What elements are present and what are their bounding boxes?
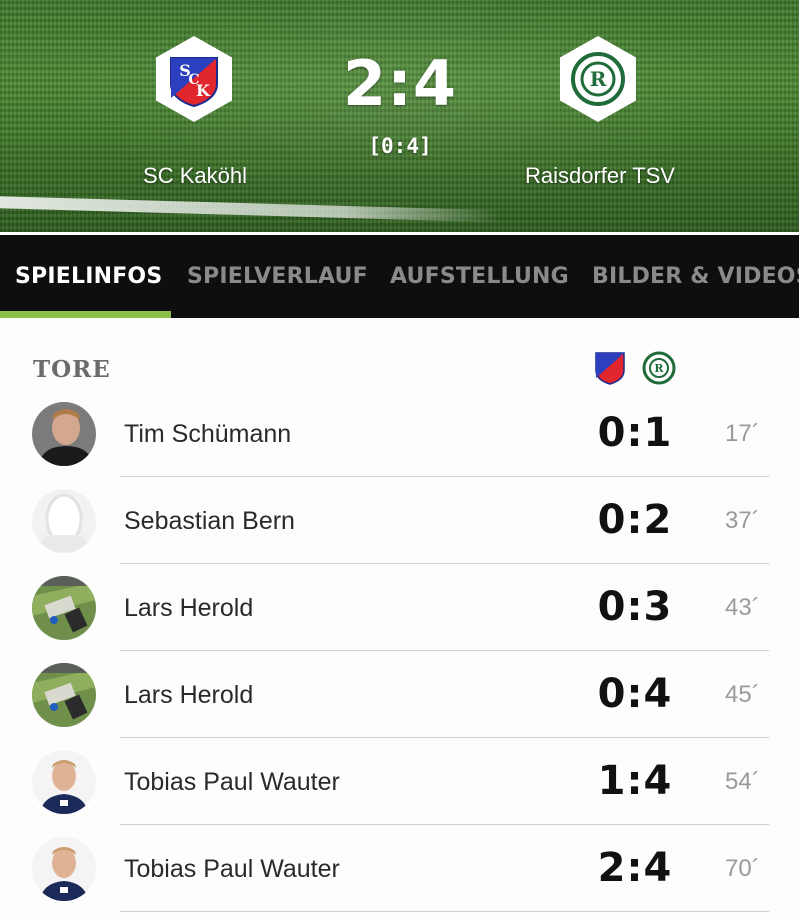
goal-score: 1:4 bbox=[597, 758, 673, 804]
home-mini-crest-icon bbox=[595, 352, 625, 385]
final-score: 2:4 bbox=[342, 47, 458, 120]
row-divider bbox=[120, 911, 769, 912]
halftime-score: [0:4] bbox=[368, 134, 432, 158]
goal-row[interactable]: Tobias Paul Wauter 2:4 70´ bbox=[0, 825, 799, 912]
goal-row[interactable]: Tobias Paul Wauter 1:4 54´ bbox=[0, 738, 799, 825]
goal-row[interactable]: Lars Herold 0:3 43´ bbox=[0, 564, 799, 651]
away-mini-crest-icon: R bbox=[642, 351, 676, 385]
goal-row[interactable]: Tim Schümann 0:1 17´ bbox=[0, 390, 799, 477]
goal-minute: 45´ bbox=[725, 681, 760, 708]
active-tab-indicator bbox=[0, 311, 171, 318]
goal-scorer-name[interactable]: Tobias Paul Wauter bbox=[124, 768, 340, 797]
tab-spielinfos[interactable]: SPIELINFOS bbox=[15, 235, 162, 321]
goal-minute: 54´ bbox=[725, 768, 760, 795]
home-team-crest[interactable]: S C K bbox=[156, 36, 232, 122]
sck-crest-icon: S C K bbox=[170, 57, 218, 108]
pitch-line bbox=[0, 195, 501, 223]
goal-row[interactable]: Sebastian Bern 0:2 37´ bbox=[0, 477, 799, 564]
tab-bilder-videos[interactable]: BILDER & VIDEOS bbox=[592, 235, 799, 321]
goal-scorer-name[interactable]: Lars Herold bbox=[124, 681, 253, 710]
goal-score: 0:3 bbox=[597, 584, 673, 630]
away-team-crest[interactable]: R bbox=[560, 36, 636, 122]
player-avatar-placeholder-icon bbox=[32, 489, 96, 553]
player-avatar bbox=[32, 750, 96, 814]
goal-score: 0:4 bbox=[597, 671, 673, 717]
goal-minute: 70´ bbox=[725, 855, 760, 882]
tab-aufstellung[interactable]: AUFSTELLUNG bbox=[390, 235, 569, 321]
goal-scorer-name[interactable]: Tobias Paul Wauter bbox=[124, 855, 340, 884]
player-avatar bbox=[32, 576, 96, 640]
goal-scorer-name[interactable]: Lars Herold bbox=[124, 594, 253, 623]
goal-scorer-name[interactable]: Sebastian Bern bbox=[124, 507, 295, 536]
away-team-name[interactable]: Raisdorfer TSV bbox=[495, 163, 705, 189]
match-header: S C K 2:4 [0:4] R SC Kaköhl Raisdorfer T… bbox=[0, 0, 799, 232]
goal-minute: 43´ bbox=[725, 594, 760, 621]
player-avatar bbox=[32, 402, 96, 466]
goal-score: 0:1 bbox=[597, 410, 673, 456]
goal-score: 2:4 bbox=[597, 845, 673, 891]
goal-score: 0:2 bbox=[597, 497, 673, 543]
goal-minute: 17´ bbox=[725, 420, 760, 447]
svg-text:K: K bbox=[196, 81, 211, 100]
player-avatar bbox=[32, 663, 96, 727]
match-info-panel: TORE R Tim Schümann 0:1 17´ Sebastian Be… bbox=[0, 318, 799, 920]
goal-scorer-name[interactable]: Tim Schümann bbox=[124, 420, 291, 449]
home-team-name[interactable]: SC Kaköhl bbox=[95, 163, 295, 189]
tab-spielverlauf[interactable]: SPIELVERLAUF bbox=[187, 235, 368, 321]
player-avatar bbox=[32, 837, 96, 901]
match-tabs: SPIELINFOS SPIELVERLAUF AUFSTELLUNG BILD… bbox=[0, 232, 799, 318]
goal-minute: 37´ bbox=[725, 507, 760, 534]
svg-text:R: R bbox=[654, 362, 664, 375]
goal-row[interactable]: Lars Herold 0:4 45´ bbox=[0, 651, 799, 738]
goals-section-title: TORE bbox=[33, 356, 111, 383]
svg-text:R: R bbox=[590, 67, 607, 91]
rtsv-crest-icon: R bbox=[571, 52, 625, 106]
